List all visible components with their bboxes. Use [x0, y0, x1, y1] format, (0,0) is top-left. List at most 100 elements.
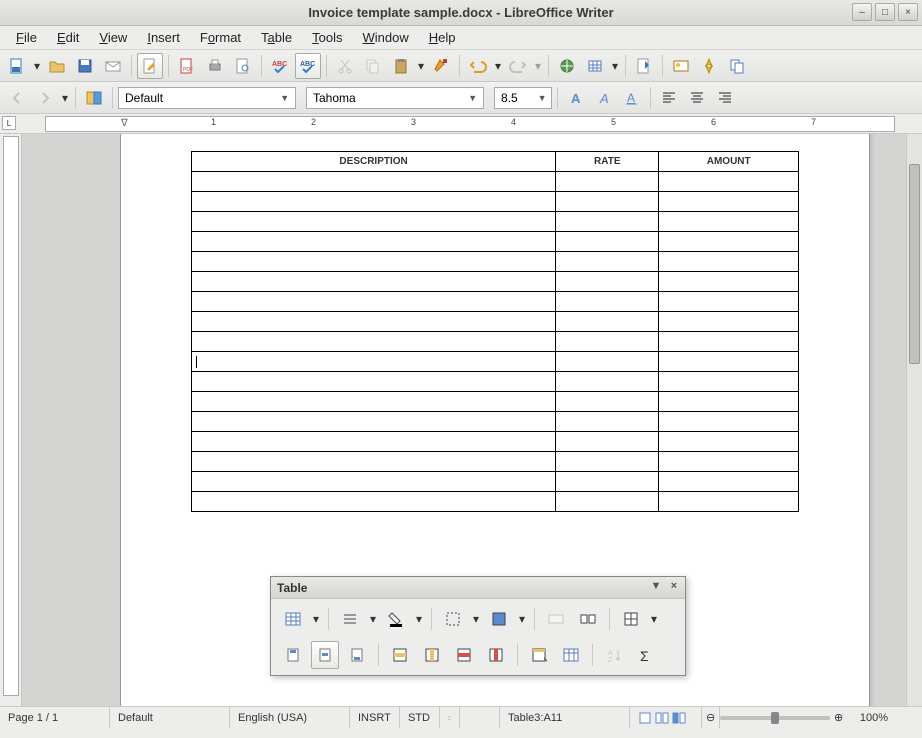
- menu-tools[interactable]: Tools: [302, 27, 352, 48]
- preview-button[interactable]: [230, 53, 256, 79]
- table-row[interactable]: [192, 432, 799, 452]
- cut-button[interactable]: [332, 53, 358, 79]
- navigator-button[interactable]: [696, 53, 722, 79]
- optimize-button[interactable]: [617, 605, 645, 633]
- delete-col-button[interactable]: [482, 641, 510, 669]
- align-vcenter-button[interactable]: [311, 641, 339, 669]
- styles-formatting-button[interactable]: [81, 85, 107, 111]
- font-size-combo[interactable]: ▼: [494, 87, 552, 109]
- menu-insert[interactable]: Insert: [137, 27, 190, 48]
- align-center-button[interactable]: [684, 85, 710, 111]
- bold-button[interactable]: A: [563, 85, 589, 111]
- table-row[interactable]: [192, 292, 799, 312]
- nav-dropdown[interactable]: ▾: [60, 91, 70, 105]
- table-row[interactable]: [192, 332, 799, 352]
- float-dropdown-button[interactable]: ▼: [649, 580, 663, 594]
- new-button[interactable]: [4, 53, 30, 79]
- zoom-percent[interactable]: 100%: [848, 707, 896, 728]
- table-row[interactable]: [192, 172, 799, 192]
- save-button[interactable]: [72, 53, 98, 79]
- font-size-input[interactable]: [501, 88, 536, 108]
- table-row[interactable]: [192, 492, 799, 512]
- invoice-table[interactable]: DESCRIPTION RATE AMOUNT: [191, 151, 799, 512]
- new-dropdown[interactable]: ▾: [32, 59, 42, 73]
- menu-edit[interactable]: Edit: [47, 27, 89, 48]
- bg-color-dropdown[interactable]: ▾: [517, 612, 527, 626]
- paste-button[interactable]: [388, 53, 414, 79]
- copy-button[interactable]: [360, 53, 386, 79]
- menu-format[interactable]: Format: [190, 27, 251, 48]
- edit-mode-button[interactable]: [137, 53, 163, 79]
- open-button[interactable]: [44, 53, 70, 79]
- underline-button[interactable]: A: [619, 85, 645, 111]
- status-selection-mode[interactable]: STD: [400, 707, 440, 728]
- redo-dropdown[interactable]: ▾: [533, 59, 543, 73]
- insert-row-button[interactable]: [386, 641, 414, 669]
- table-floating-toolbar[interactable]: Table ▼ × ▾ ▾ ▾ ▾ ▾ ▾: [270, 576, 686, 676]
- menu-help[interactable]: Help: [419, 27, 466, 48]
- italic-button[interactable]: A: [591, 85, 617, 111]
- table-insert-button[interactable]: [279, 605, 307, 633]
- nav-forward-button[interactable]: [32, 85, 58, 111]
- undo-button[interactable]: [465, 53, 491, 79]
- nav-back-button[interactable]: [4, 85, 30, 111]
- line-style-button[interactable]: [336, 605, 364, 633]
- menu-window[interactable]: Window: [353, 27, 419, 48]
- table-row[interactable]: [192, 392, 799, 412]
- table-row[interactable]: [192, 352, 799, 372]
- vertical-ruler[interactable]: [0, 134, 22, 706]
- border-color-dropdown[interactable]: ▾: [414, 612, 424, 626]
- align-right-button[interactable]: [712, 85, 738, 111]
- table-row[interactable]: [192, 452, 799, 472]
- zoom-out-button[interactable]: ⊖: [702, 707, 720, 728]
- zoom-in-button[interactable]: ⊕: [830, 707, 848, 728]
- borders-button[interactable]: [439, 605, 467, 633]
- status-insert-mode[interactable]: INSRT: [350, 707, 400, 728]
- minimize-button[interactable]: –: [852, 3, 872, 21]
- table-row[interactable]: [192, 472, 799, 492]
- autoformat-button[interactable]: [525, 641, 553, 669]
- table-props-button[interactable]: [557, 641, 585, 669]
- export-pdf-button[interactable]: PDF: [174, 53, 200, 79]
- sort-button[interactable]: AZ: [600, 641, 628, 669]
- status-language[interactable]: English (USA): [230, 707, 350, 728]
- status-cell-ref[interactable]: Table3:A11: [500, 707, 630, 728]
- gallery-button[interactable]: [668, 53, 694, 79]
- status-style[interactable]: Default: [110, 707, 230, 728]
- print-button[interactable]: [202, 53, 228, 79]
- paragraph-style-combo[interactable]: ▼: [118, 87, 296, 109]
- menu-view[interactable]: View: [89, 27, 137, 48]
- optimize-dropdown[interactable]: ▾: [649, 612, 659, 626]
- line-style-dropdown[interactable]: ▾: [368, 612, 378, 626]
- borders-dropdown[interactable]: ▾: [471, 612, 481, 626]
- undo-dropdown[interactable]: ▾: [493, 59, 503, 73]
- status-page[interactable]: Page 1 / 1: [0, 707, 110, 728]
- horizontal-ruler[interactable]: L ∇ 1 2 3 4 5 6 7: [0, 114, 922, 134]
- paste-dropdown[interactable]: ▾: [416, 59, 426, 73]
- table-button[interactable]: [582, 53, 608, 79]
- zoom-slider[interactable]: [720, 716, 830, 720]
- paragraph-style-input[interactable]: [125, 88, 277, 108]
- scrollbar-thumb[interactable]: [909, 164, 920, 364]
- email-button[interactable]: [100, 53, 126, 79]
- insert-col-button[interactable]: [418, 641, 446, 669]
- table-dropdown[interactable]: ▾: [610, 59, 620, 73]
- border-color-button[interactable]: [382, 605, 410, 633]
- table-insert-dropdown[interactable]: ▾: [311, 612, 321, 626]
- menu-file[interactable]: File: [6, 27, 47, 48]
- table-row[interactable]: [192, 252, 799, 272]
- status-view-layout[interactable]: [630, 707, 702, 728]
- delete-row-button[interactable]: [450, 641, 478, 669]
- split-cells-button[interactable]: [574, 605, 602, 633]
- styles-button[interactable]: [631, 53, 657, 79]
- align-bottom-button[interactable]: [343, 641, 371, 669]
- float-close-button[interactable]: ×: [667, 580, 681, 594]
- table-header-amount[interactable]: AMOUNT: [659, 152, 799, 172]
- table-row[interactable]: [192, 312, 799, 332]
- table-header-rate[interactable]: RATE: [556, 152, 659, 172]
- menu-table[interactable]: Table: [251, 27, 302, 48]
- font-name-input[interactable]: [313, 88, 465, 108]
- sum-button[interactable]: Σ: [632, 641, 660, 669]
- status-signature[interactable]: [460, 707, 500, 728]
- hyperlink-button[interactable]: [554, 53, 580, 79]
